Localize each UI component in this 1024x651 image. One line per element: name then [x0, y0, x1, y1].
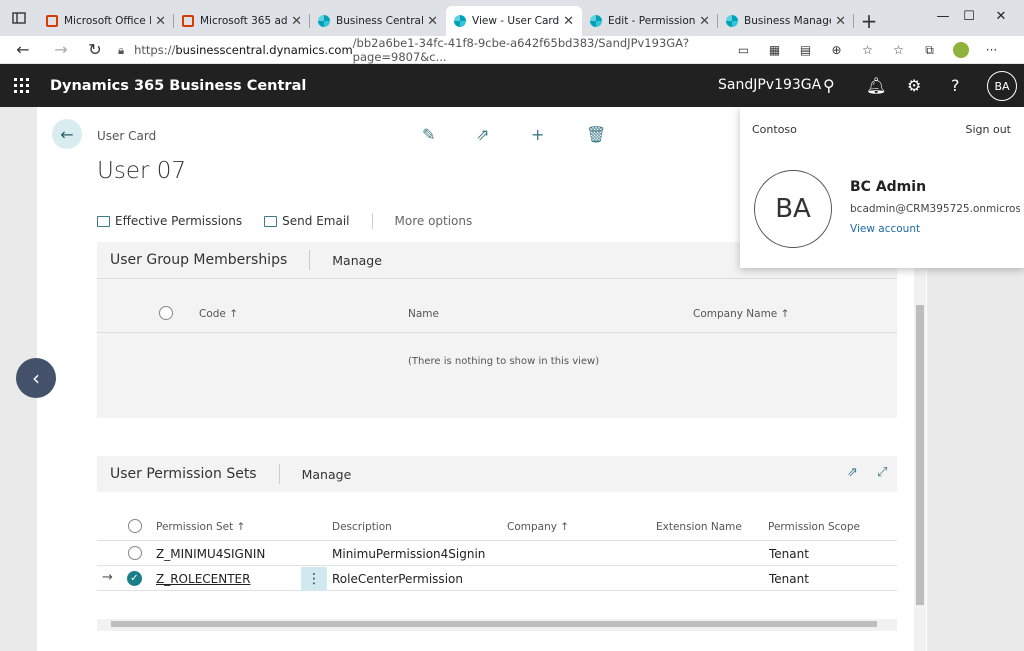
zoom-icon[interactable]: ⊕: [821, 40, 852, 60]
action-bar: Effective Permissions Send Email More op…: [97, 211, 494, 231]
description-cell: MinimuPermission4Signin: [332, 547, 486, 561]
refresh-icon[interactable]: ↻: [78, 36, 112, 64]
business-central-icon: [454, 15, 466, 27]
profile-icon[interactable]: [945, 40, 976, 60]
close-tab-icon[interactable]: ✕: [155, 14, 166, 29]
user-group-memberships-section: User Group Memberships Manage: [97, 242, 897, 418]
manage-button[interactable]: Manage: [302, 467, 352, 482]
close-tab-icon[interactable]: ✕: [699, 14, 710, 29]
avatar-large: BA: [754, 170, 832, 248]
back-arrow-icon[interactable]: ←: [52, 119, 82, 149]
business-central-icon: [726, 15, 738, 27]
navigate-left-icon[interactable]: ‹: [16, 358, 56, 398]
section-title[interactable]: User Permission Sets: [110, 466, 257, 482]
avatar[interactable]: BA: [987, 71, 1017, 101]
browser-tab[interactable]: Microsoft 365 admin center✕: [174, 6, 310, 36]
page-type-label: User Card: [97, 129, 157, 143]
column-header-description[interactable]: Description: [332, 521, 392, 533]
close-tab-icon[interactable]: ✕: [291, 14, 302, 29]
close-window-icon[interactable]: ✕: [978, 0, 1024, 32]
permission-set-cell[interactable]: Z_ROLECENTER: [156, 572, 250, 586]
search-icon[interactable]: ⚲: [823, 76, 835, 95]
column-header-extension-name[interactable]: Extension Name: [656, 521, 742, 533]
browser-tab[interactable]: Business Manager ✕: [718, 6, 854, 36]
more-options-button[interactable]: More options: [395, 214, 473, 228]
new-tab-icon[interactable]: +: [854, 6, 884, 36]
favorites-icon[interactable]: ☆: [883, 40, 914, 60]
share-icon[interactable]: ⇗: [847, 465, 858, 480]
edit-icon[interactable]: ✎: [422, 125, 435, 144]
column-header-company[interactable]: Company ↑: [507, 521, 569, 533]
current-row-arrow-icon: →: [102, 570, 113, 585]
browser-tab-strip: Microsoft Office Home✕ Microsoft 365 adm…: [0, 0, 1024, 36]
table-row[interactable]: Z_MINIMU4SIGNIN MinimuPermission4Signin …: [97, 542, 897, 566]
url-field[interactable]: 🔒︎ https://businesscentral.dynamics.com /…: [118, 36, 700, 64]
column-header-company-name[interactable]: Company Name ↑: [693, 308, 789, 320]
row-select-radio[interactable]: [128, 546, 142, 560]
lock-icon: 🔒︎: [118, 42, 125, 57]
browser-tab[interactable]: Business Central Admin Center✕: [310, 6, 446, 36]
column-header-code[interactable]: Code ↑: [199, 308, 238, 320]
forward-icon[interactable]: →: [44, 36, 78, 64]
column-header-name[interactable]: Name: [408, 308, 439, 320]
new-icon[interactable]: +: [531, 125, 544, 144]
scope-cell: Tenant: [769, 547, 809, 561]
collections-icon[interactable]: ⧉: [914, 40, 945, 60]
delete-icon[interactable]: 🗑︎: [586, 125, 606, 144]
horizontal-scrollbar[interactable]: [97, 619, 897, 629]
qr-code-icon[interactable]: ▦: [759, 40, 790, 60]
email-icon: [264, 215, 278, 227]
close-tab-icon[interactable]: ✕: [563, 14, 574, 29]
office-icon: [182, 15, 194, 27]
app-launcher-icon[interactable]: [0, 64, 42, 107]
user-name: BC Admin: [850, 179, 927, 195]
user-email: bcadmin@CRM395725.onmicrosoft.com: [850, 203, 1020, 215]
column-header-permission-scope[interactable]: Permission Scope: [768, 521, 860, 533]
permissions-icon: [97, 215, 110, 227]
empty-message: (There is nothing to show in this view): [408, 356, 600, 367]
account-popup: Contoso Sign out BA BC Admin bcadmin@CRM…: [740, 107, 1024, 268]
select-all-radio[interactable]: [159, 306, 173, 320]
select-all-radio[interactable]: [128, 519, 142, 533]
description-cell: RoleCenterPermission: [332, 572, 463, 586]
business-central-icon: [318, 15, 330, 27]
office-icon: [46, 15, 58, 27]
address-bar: ← → ↻ 🔒︎ https://businesscentral.dynamic…: [0, 36, 1024, 64]
help-icon[interactable]: ?: [951, 76, 960, 95]
manage-button[interactable]: Manage: [332, 253, 382, 268]
tab-actions-icon[interactable]: [0, 0, 38, 36]
column-header-permission-set[interactable]: Permission Set ↑: [156, 521, 245, 533]
immersive-reader-icon[interactable]: ▤: [790, 40, 821, 60]
effective-permissions-button[interactable]: Effective Permissions: [97, 214, 242, 228]
browser-tab[interactable]: Edit - Permissions - Microsoft Dynamics …: [582, 6, 718, 36]
section-title[interactable]: User Group Memberships: [110, 252, 287, 268]
close-tab-icon[interactable]: ✕: [427, 14, 438, 29]
back-icon[interactable]: ←: [6, 36, 40, 64]
sign-out-link[interactable]: Sign out: [965, 123, 1011, 136]
more-icon[interactable]: ···: [976, 40, 1007, 60]
share-icon[interactable]: ⇗: [476, 125, 489, 144]
app-available-icon[interactable]: ▭: [728, 40, 759, 60]
expand-icon[interactable]: ⤢: [877, 465, 887, 480]
page-title: User 07: [97, 158, 187, 184]
scope-cell: Tenant: [769, 572, 809, 586]
settings-icon[interactable]: ⚙: [907, 76, 921, 95]
app-header: Dynamics 365 Business Central SandJPv193…: [0, 64, 1024, 107]
environment-name[interactable]: SandJPv193GA: [718, 77, 821, 93]
send-email-button[interactable]: Send Email: [264, 214, 350, 228]
permission-set-cell[interactable]: Z_MINIMU4SIGNIN: [156, 547, 265, 561]
notifications-icon[interactable]: 🔔︎: [866, 76, 886, 95]
close-tab-icon[interactable]: ✕: [835, 14, 846, 29]
business-central-icon: [590, 15, 602, 27]
view-account-link[interactable]: View account: [850, 223, 920, 235]
row-selected-check-icon[interactable]: ✓: [127, 571, 142, 586]
app-title[interactable]: Dynamics 365 Business Central: [50, 78, 306, 94]
organization-name: Contoso: [752, 123, 797, 136]
browser-tab-active[interactable]: View - User Card - Microsoft Dynamics 36…: [446, 6, 582, 36]
row-actions-icon[interactable]: ⋮: [301, 567, 327, 591]
table-row-selected[interactable]: → ✓ Z_ROLECENTER RoleCenterPermission Te…: [97, 567, 897, 591]
browser-tab[interactable]: Microsoft Office Home✕: [38, 6, 174, 36]
add-favorite-icon[interactable]: ☆: [852, 40, 883, 60]
